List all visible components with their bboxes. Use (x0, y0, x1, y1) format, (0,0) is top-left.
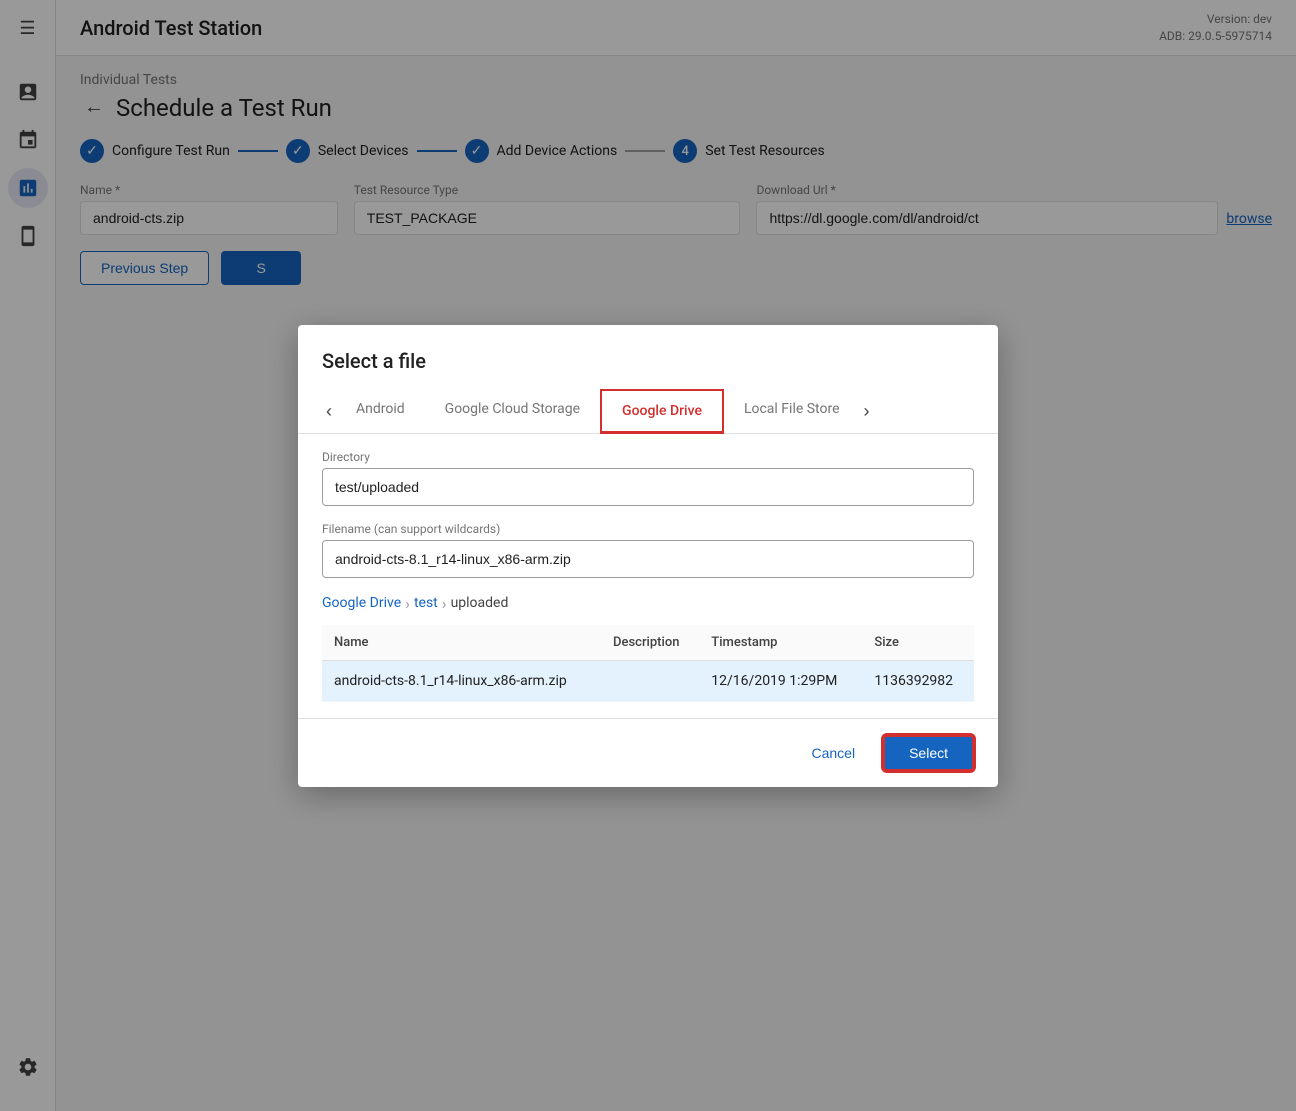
cell-timestamp: 12/16/2019 1:29PM (699, 660, 862, 701)
col-size: Size (862, 625, 974, 661)
col-description: Description (601, 625, 699, 661)
dialog-body: Directory Filename (can support wildcard… (298, 434, 998, 718)
dialog-footer: Cancel Select (298, 718, 998, 787)
cancel-button[interactable]: Cancel (799, 737, 867, 769)
tab-android[interactable]: Android (336, 389, 425, 432)
cell-description (601, 660, 699, 701)
path-breadcrumb: Google Drive › test › uploaded (322, 594, 974, 613)
tab-prev-button[interactable]: ‹ (322, 402, 336, 420)
dialog-title: Select a file (322, 349, 426, 373)
filename-input[interactable] (322, 540, 974, 578)
table-row[interactable]: android-cts-8.1_r14-linux_x86-arm.zip 12… (322, 660, 974, 701)
col-name: Name (322, 625, 601, 661)
tab-next-button[interactable]: › (860, 402, 874, 420)
path-root-link[interactable]: Google Drive (322, 595, 401, 611)
col-timestamp: Timestamp (699, 625, 862, 661)
file-table-body: android-cts-8.1_r14-linux_x86-arm.zip 12… (322, 660, 974, 701)
tab-google-cloud-storage[interactable]: Google Cloud Storage (425, 389, 600, 432)
tab-local-file-store[interactable]: Local File Store (724, 389, 860, 432)
cell-name: android-cts-8.1_r14-linux_x86-arm.zip (322, 660, 601, 701)
file-table: Name Description Timestamp Size android-… (322, 625, 974, 702)
path-current: uploaded (451, 595, 509, 611)
tabs-container: ‹ Android Google Cloud Storage Google Dr… (298, 389, 998, 434)
dialog-overlay[interactable]: Select a file ‹ Android Google Cloud Sto… (0, 0, 1296, 1111)
path-segment-1[interactable]: test (414, 595, 438, 611)
cell-size: 1136392982 (862, 660, 974, 701)
path-sep-2: › (442, 594, 447, 613)
path-sep-1: › (405, 594, 410, 613)
dialog-header: Select a file (298, 325, 998, 389)
select-button[interactable]: Select (883, 735, 974, 771)
directory-input[interactable] (322, 468, 974, 506)
directory-label: Directory (322, 450, 974, 464)
filename-label: Filename (can support wildcards) (322, 522, 974, 536)
file-select-dialog: Select a file ‹ Android Google Cloud Sto… (298, 325, 998, 787)
file-table-header: Name Description Timestamp Size (322, 625, 974, 661)
directory-field: Directory (322, 450, 974, 506)
filename-field: Filename (can support wildcards) (322, 522, 974, 578)
tab-google-drive[interactable]: Google Drive (600, 389, 724, 434)
